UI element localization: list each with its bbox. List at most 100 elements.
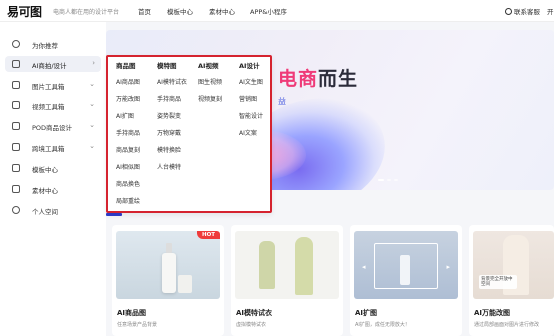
nav-home[interactable]: 首页 xyxy=(138,6,151,16)
sidebar-item-label: POD商品设计 xyxy=(32,124,73,132)
menu-item[interactable]: AI文生图 xyxy=(239,74,263,91)
sidebar-item-crossborder-tools[interactable]: 跨境工具箱 ⌄ xyxy=(5,139,101,155)
dropdown-column-heading: AI视频 xyxy=(198,62,219,70)
edit-overlay-label: 背景完全开放中 空间 xyxy=(479,275,517,289)
sidebar-item-label: 模板中心 xyxy=(32,166,58,174)
chevron-down-icon: ⌄ xyxy=(89,121,95,129)
dropdown-column-heading: 模特图 xyxy=(157,62,177,70)
banner-title-rest: 而生 xyxy=(318,68,359,90)
chevron-right-icon: › xyxy=(92,59,95,67)
card-title: AI万能改图 xyxy=(474,309,511,317)
nav-templates[interactable]: 模板中心 xyxy=(167,6,193,16)
card-image: 背景完全开放中 空间 xyxy=(473,231,554,299)
sidebar-item-templates[interactable]: 模板中心 xyxy=(5,160,101,176)
video-icon xyxy=(12,101,20,109)
chevron-down-icon: ⌄ xyxy=(89,80,95,88)
material-icon xyxy=(12,185,20,193)
nav-materials[interactable]: 素材中心 xyxy=(209,6,235,16)
bottle-shape xyxy=(162,253,176,293)
feature-card-ai-product[interactable]: HOT AI商品图 任意场景产品背景 xyxy=(112,225,224,336)
slogan: 电商人都在用的设计平台 xyxy=(53,9,120,16)
carousel-dot[interactable] xyxy=(378,179,384,181)
menu-item[interactable]: 局部重绘 xyxy=(116,193,140,210)
card-description: AI扩图，成任无限放大！ xyxy=(355,322,410,328)
dropdown-column-video: AI视频 图生视频 视频复刻 xyxy=(198,61,222,108)
sidebar-item-label: 视频工具箱 xyxy=(32,103,65,111)
banner-subtitle: 益 xyxy=(278,97,286,106)
menu-item[interactable]: 图生视频 xyxy=(198,74,222,91)
menu-item[interactable]: AI文案 xyxy=(239,125,263,142)
sidebar-item-label: 素材中心 xyxy=(32,187,58,195)
card-image: ◂ ▸ xyxy=(354,231,458,299)
sidebar-item-pod-design[interactable]: POD商品设计 ⌄ xyxy=(5,118,101,134)
menu-item[interactable]: AI扩图 xyxy=(116,108,140,125)
card-image: HOT xyxy=(116,231,220,299)
menu-item[interactable]: AI商品图 xyxy=(116,74,140,91)
feature-card-ai-edit[interactable]: 背景完全开放中 空间 AI万能改图 通过局部画面对图片进行修改 xyxy=(469,225,554,336)
menu-item[interactable]: 万能改图 xyxy=(116,91,140,108)
feature-card-ai-tryon[interactable]: AI模特试衣 虚拟模特试衣 xyxy=(231,225,343,336)
sidebar-item-image-tools[interactable]: 图片工具箱 ⌄ xyxy=(5,77,101,93)
dress-shape xyxy=(259,241,275,289)
card-description: 通过局部画面对图片进行修改 xyxy=(474,322,540,328)
chevron-down-icon: ⌄ xyxy=(89,142,95,150)
menu-item[interactable]: 智能设计 xyxy=(239,108,263,125)
sidebar-item-recommend[interactable]: 为你推荐 xyxy=(5,36,101,52)
card-title: AI扩图 xyxy=(355,309,378,317)
menu-item[interactable]: 手持商品 xyxy=(157,91,187,108)
jar-shape xyxy=(178,275,192,293)
ai-design-dropdown: 商品图 AI商品图 万能改图 AI扩图 手持商品 商品复刻 AI相似图 商品换色… xyxy=(106,55,272,213)
sidebar-item-label: 跨境工具箱 xyxy=(32,145,65,153)
dropdown-column-model: 模特图 AI模特试衣 手持商品 姿势裂变 万物穿戴 模特换脸 人台模特 xyxy=(157,61,187,176)
card-image xyxy=(235,231,339,299)
banner-title: 电商而生 xyxy=(278,64,358,91)
feature-card-ai-expand[interactable]: ◂ ▸ AI扩图 AI扩图，成任无限放大！ xyxy=(350,225,462,336)
card-title: AI模特试衣 xyxy=(236,309,273,317)
sidebar-item-label: AI商拍/设计 xyxy=(32,62,67,70)
carousel-dot[interactable] xyxy=(387,179,391,181)
sidebar-item-label: 为你推荐 xyxy=(32,42,58,50)
menu-item[interactable]: 模特换脸 xyxy=(157,142,187,159)
menu-item[interactable]: 视频复刻 xyxy=(198,91,222,108)
menu-item[interactable]: AI模特试衣 xyxy=(157,74,187,91)
contact-support[interactable]: 联系客服 xyxy=(505,6,540,16)
dropdown-column-product: 商品图 AI商品图 万能改图 AI扩图 手持商品 商品复刻 AI相似图 商品换色… xyxy=(116,61,140,210)
headset-icon xyxy=(505,8,512,15)
carousel-indicator[interactable] xyxy=(378,175,401,183)
menu-item[interactable]: AI相似图 xyxy=(116,159,140,176)
product-shape xyxy=(400,255,410,285)
dropdown-column-heading: 商品图 xyxy=(116,62,136,70)
sidebar-item-personal-space[interactable]: 个人空间 xyxy=(5,202,101,218)
nav-app[interactable]: APP&小程序 xyxy=(250,6,287,16)
menu-item[interactable]: 人台模特 xyxy=(157,159,187,176)
chevron-right-icon: ▸ xyxy=(446,263,450,271)
menu-item[interactable]: 营销图 xyxy=(239,91,263,108)
carousel-dot[interactable] xyxy=(394,179,398,181)
sidebar-item-label: 个人空间 xyxy=(32,208,58,216)
template-icon xyxy=(12,164,20,172)
sidebar-item-ai-design[interactable]: AI商拍/设计 › xyxy=(5,56,101,72)
menu-item[interactable]: 姿势裂变 xyxy=(157,108,187,125)
card-title: AI商品图 xyxy=(117,309,147,317)
menu-item[interactable]: 手持商品 xyxy=(116,125,140,142)
menu-item[interactable]: 商品复刻 xyxy=(116,142,140,159)
banner-title-highlight: 电商 xyxy=(278,68,319,90)
tab-indicator xyxy=(106,213,122,216)
logo[interactable]: 易可图 xyxy=(7,3,42,20)
menu-item[interactable]: 商品换色 xyxy=(116,176,140,193)
sidebar-item-video-tools[interactable]: 视频工具箱 ⌄ xyxy=(5,97,101,113)
sidebar-item-label: 图片工具箱 xyxy=(32,83,65,91)
dropdown-column-design: AI设计 AI文生图 营销图 智能设计 AI文案 xyxy=(239,61,263,142)
home-icon xyxy=(12,40,20,48)
sidebar-item-materials[interactable]: 素材中心 xyxy=(5,181,101,197)
contact-label: 联系客服 xyxy=(514,8,540,16)
lock-icon xyxy=(12,122,20,130)
box-icon xyxy=(12,143,20,151)
open-button[interactable]: 开 xyxy=(547,6,554,16)
chevron-down-icon: ⌄ xyxy=(89,100,95,108)
chevron-left-icon: ◂ xyxy=(362,263,366,271)
bottle-cap xyxy=(166,243,172,253)
sidebar: 为你推荐 AI商拍/设计 › 图片工具箱 ⌄ 视频工具箱 ⌄ POD商品设计 ⌄… xyxy=(0,22,106,336)
model-shape xyxy=(295,237,313,295)
menu-item[interactable]: 万物穿戴 xyxy=(157,125,187,142)
